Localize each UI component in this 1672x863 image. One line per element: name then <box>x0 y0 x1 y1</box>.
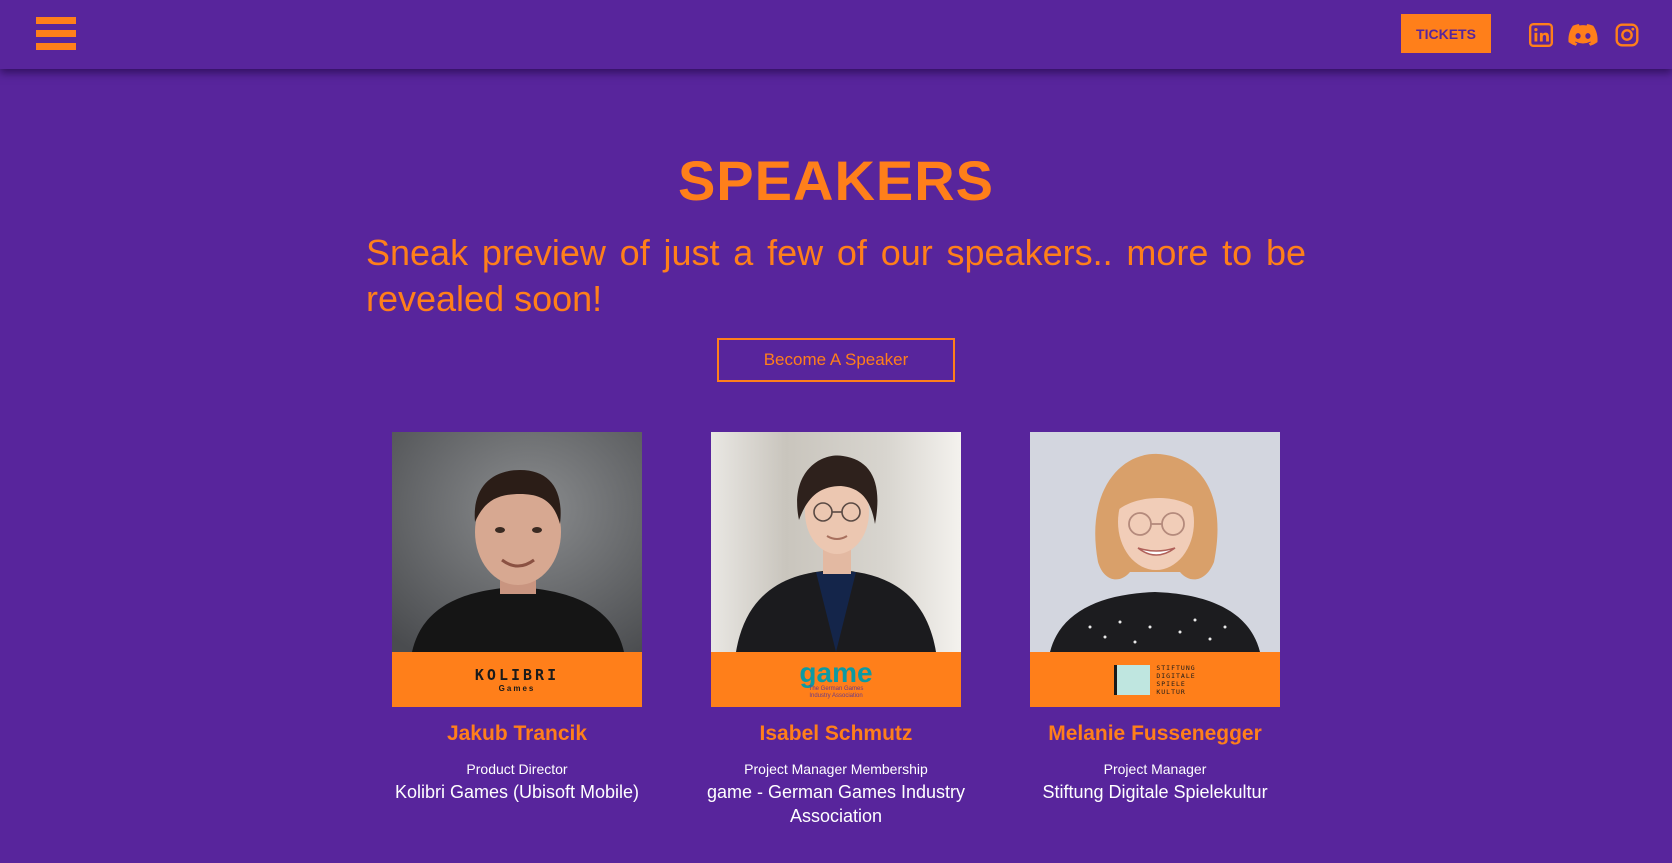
speaker-name: Isabel Schmutz <box>759 722 913 745</box>
linkedin-icon[interactable] <box>1528 22 1554 48</box>
discord-icon[interactable] <box>1568 22 1598 48</box>
speaker-company: Kolibri Games (Ubisoft Mobile) <box>394 782 640 802</box>
company-logo: game The German Games Industry Associati… <box>711 652 961 707</box>
speaker-photo <box>1030 432 1280 652</box>
speaker-card: game The German Games Industry Associati… <box>707 432 965 826</box>
speaker-company: game - German Games Industry Association <box>706 782 966 826</box>
speaker-name: Melanie Fussenegger <box>1048 722 1262 745</box>
become-a-speaker-button[interactable]: Become A Speaker <box>717 338 955 382</box>
company-logo: STIFTUNG DIGITALE SPIELE KULTUR <box>1030 652 1280 707</box>
company-logo: KOLIBRI Games <box>392 652 642 707</box>
top-navigation-bar: TICKETS <box>0 0 1672 69</box>
hamburger-menu-icon[interactable] <box>36 17 76 50</box>
instagram-icon[interactable] <box>1614 22 1640 48</box>
stiftung-logo-mark <box>1114 664 1151 695</box>
speaker-role: Project Manager Membership <box>744 761 928 777</box>
page-title: SPEAKERS <box>677 149 995 212</box>
speaker-company: Stiftung Digitale Spielekultur <box>1042 782 1268 802</box>
page-subtitle: Sneak preview of just a few of our speak… <box>366 232 1306 319</box>
speaker-role: Project Manager <box>1103 761 1207 777</box>
speaker-name: Jakub Trancik <box>446 722 588 745</box>
speaker-role: Product Director <box>466 761 568 777</box>
speaker-photo <box>711 432 961 652</box>
speaker-photo <box>392 432 642 652</box>
speaker-card: STIFTUNG DIGITALE SPIELE KULTUR Melanie … <box>1030 432 1280 802</box>
speaker-card: KOLIBRI Games Jakub Trancik Product Dire… <box>392 432 642 802</box>
tickets-button[interactable]: TICKETS <box>1401 14 1491 53</box>
